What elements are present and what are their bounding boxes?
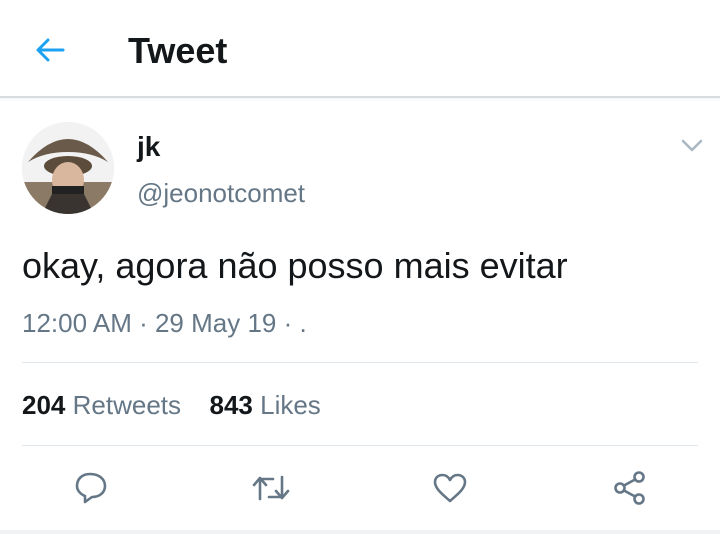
retweets-count: 204 <box>22 390 66 420</box>
tweet-time: 12:00 AM <box>22 308 132 338</box>
like-button[interactable] <box>428 466 472 510</box>
likes-stat[interactable]: 843 Likes <box>209 390 320 420</box>
share-icon <box>614 471 645 505</box>
reply-icon <box>75 472 107 504</box>
tweet-meta: 12:00 AM · 29 May 19 · . <box>22 307 307 339</box>
retweet-button[interactable] <box>249 466 293 510</box>
author-name[interactable]: jk <box>137 131 160 163</box>
tweet-menu-button[interactable] <box>676 134 708 158</box>
retweet-icon <box>252 475 290 501</box>
share-button[interactable] <box>608 466 652 510</box>
likes-count: 843 <box>209 390 253 420</box>
tweet-date: 29 May 19 <box>154 308 277 338</box>
app-header: Tweet <box>0 0 720 98</box>
heart-icon <box>433 473 467 503</box>
meta-separator: · <box>131 308 155 338</box>
chevron-down-icon <box>681 139 703 152</box>
reply-button[interactable] <box>69 466 113 510</box>
meta-tail: . <box>299 308 307 338</box>
likes-label: Likes <box>260 390 321 420</box>
arrow-left-icon <box>36 38 65 62</box>
retweets-stat[interactable]: 204 Retweets <box>22 390 188 420</box>
tweet-text: okay, agora não posso mais evitar <box>22 245 568 286</box>
meta-separator: · <box>276 308 300 338</box>
divider <box>22 362 698 363</box>
retweets-label: Retweets <box>72 390 182 420</box>
back-button[interactable] <box>30 30 70 70</box>
avatar-image <box>22 122 114 214</box>
tweet-stats: 204 Retweets 843 Likes <box>22 389 321 421</box>
bottom-border <box>0 530 720 534</box>
author-handle[interactable]: @jeonotcomet <box>137 178 305 208</box>
divider <box>22 445 698 446</box>
avatar[interactable] <box>22 122 114 214</box>
page-title: Tweet <box>128 30 228 71</box>
